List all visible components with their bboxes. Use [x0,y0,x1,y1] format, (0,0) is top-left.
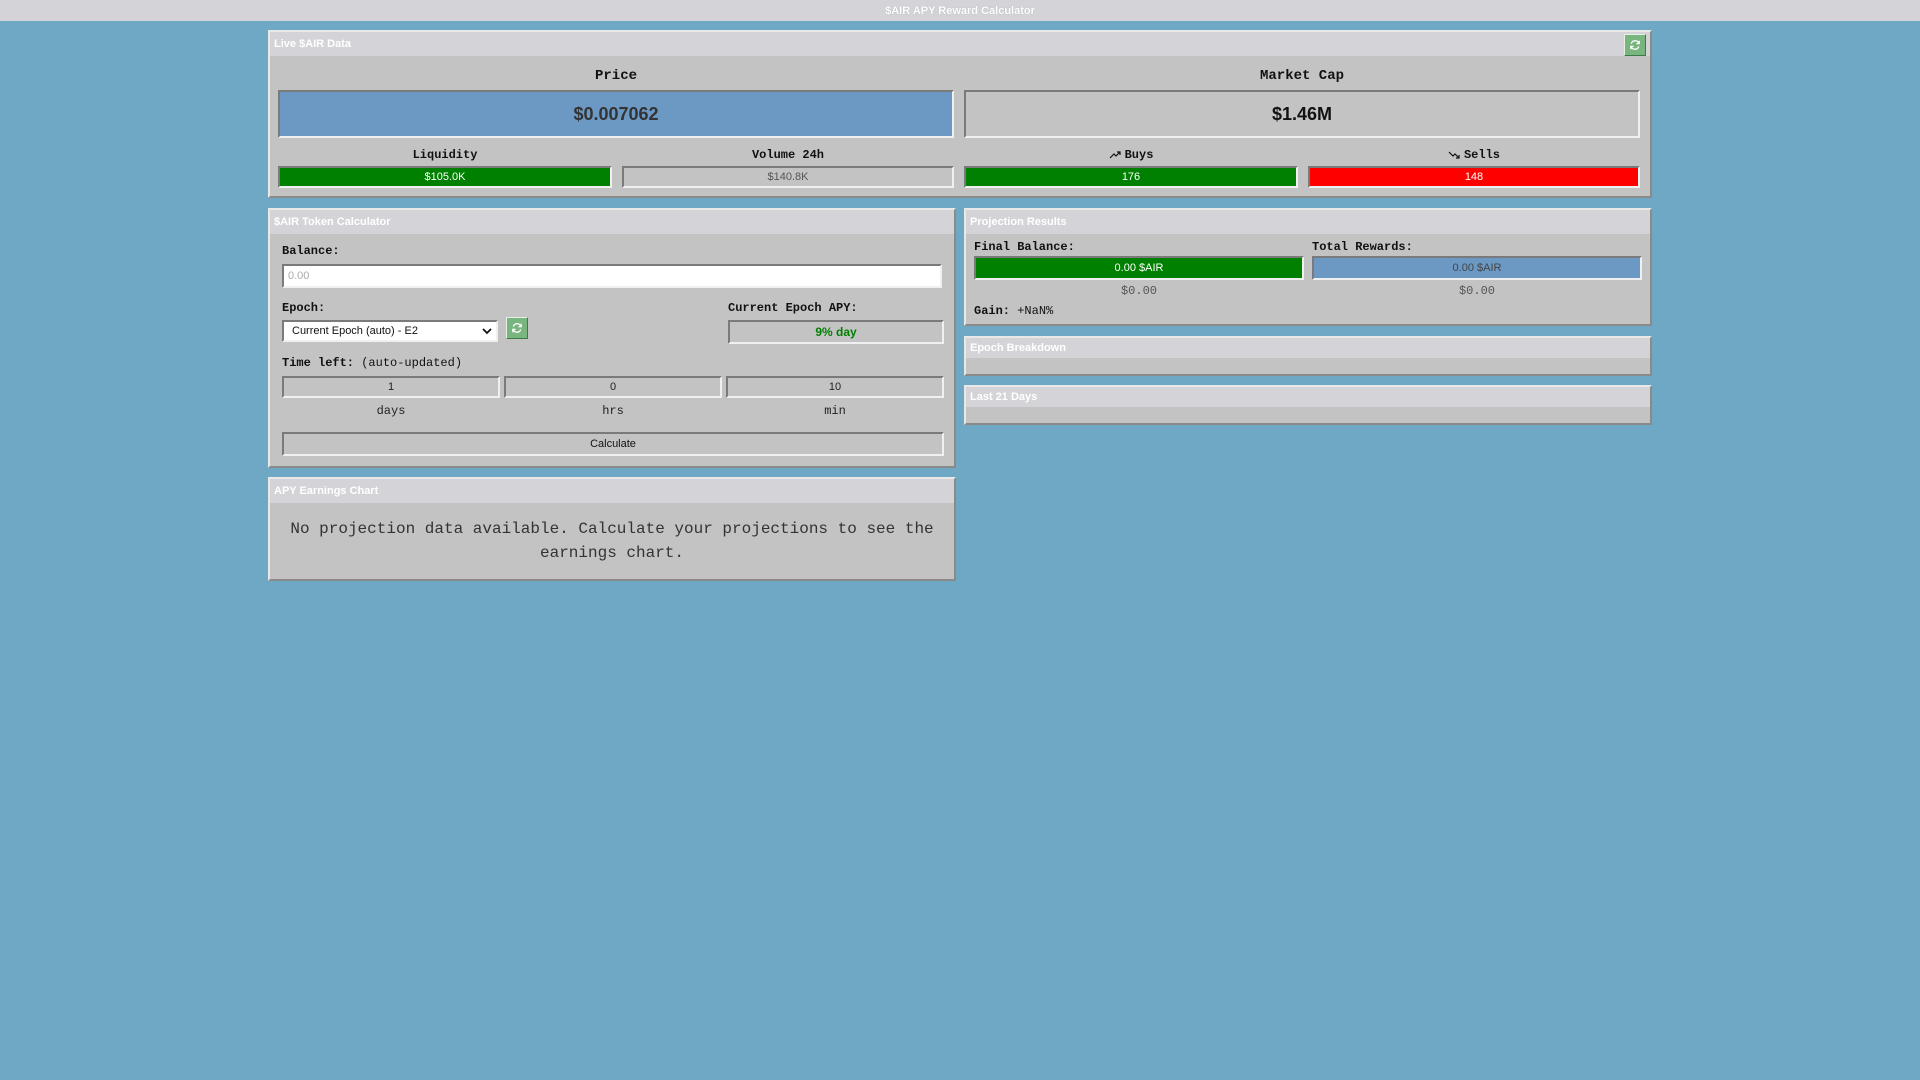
calculator-title: $AIR Token Calculator [274,216,391,228]
epoch-breakdown-header: Epoch Breakdown [966,338,1650,358]
gain-label: Gain: [974,304,1011,318]
live-data-panel: Live $AIR Data Price $0.007062 Market Ca… [268,30,1652,198]
hrs-box[interactable]: 0 [504,376,722,398]
projection-panel: Projection Results Final Balance: 0.00 $… [964,208,1652,326]
trend-up-icon [1109,151,1121,159]
apy-value: 9% day [728,320,944,344]
live-refresh-button[interactable] [1624,34,1646,56]
price-label: Price [594,68,637,84]
earnings-chart-panel: APY Earnings Chart No projection data av… [268,477,956,581]
projection-header: Projection Results [966,210,1650,234]
min-box[interactable]: 10 [726,376,944,398]
epoch-label: Epoch: [282,301,326,315]
trend-down-icon [1448,151,1460,159]
hrs-unit: hrs [602,404,624,418]
marketcap-value: $1.46M [964,90,1640,138]
last-days-header: Last 21 Days [966,387,1650,407]
epoch-refresh-button[interactable] [506,317,528,339]
window-title: $AIR APY Reward Calculator [0,0,1920,21]
last-days-title: Last 21 Days [970,391,1038,403]
earnings-chart-title: APY Earnings Chart [274,485,379,497]
days-box[interactable]: 1 [282,376,500,398]
earnings-chart-header: APY Earnings Chart [270,479,954,503]
total-rewards-label: Total Rewards: [1312,240,1413,254]
projection-title: Projection Results [970,216,1067,228]
final-balance-label: Final Balance: [974,240,1075,254]
balance-label: Balance: [282,244,340,258]
gain-row: Gain: +NaN% [974,304,1053,318]
total-rewards-usd: $0.00 [1458,284,1495,298]
time-left-row: Time left: (auto-updated) [282,356,462,370]
refresh-icon [1630,40,1640,50]
days-unit: days [376,404,406,418]
sells-label-wrap: Sells [1308,148,1640,162]
epoch-breakdown-panel: Epoch Breakdown [964,336,1652,376]
min-unit: min [824,404,846,418]
volume-label: Volume 24h [751,148,824,162]
live-data-header: Live $AIR Data [270,32,1650,56]
refresh-icon [512,323,522,333]
calculate-button[interactable]: Calculate [282,432,944,456]
buys-label-wrap: Buys [964,148,1298,162]
liquidity-label: Liquidity [412,148,478,162]
volume-value: $140.8K [622,166,954,188]
sells-label: Sells [1463,148,1500,162]
epoch-selected-value: Current Epoch (auto) - E2 [292,325,418,337]
calculator-panel: $AIR Token Calculator Balance: Epoch: Cu… [268,208,956,468]
earnings-chart-empty-message: No projection data available. Calculate … [290,520,934,562]
final-balance-value: 0.00 $AIR [974,256,1304,280]
buys-label: Buys [1124,148,1154,162]
epoch-breakdown-title: Epoch Breakdown [970,342,1066,354]
balance-input[interactable] [282,264,942,288]
price-value: $0.007062 [278,90,954,138]
epoch-select[interactable]: Current Epoch (auto) - E2 [282,320,498,342]
total-rewards-value: 0.00 $AIR [1312,256,1642,280]
chevron-down-icon [482,328,492,335]
liquidity-value: $105.0K [278,166,612,188]
buys-value: 176 [964,166,1298,188]
final-balance-usd: $0.00 [1120,284,1157,298]
time-left-label: Time left: [282,356,355,370]
time-left-note: (auto-updated) [361,356,463,370]
last-days-panel: Last 21 Days [964,385,1652,425]
sells-value: 148 [1308,166,1640,188]
calculator-header: $AIR Token Calculator [270,210,954,234]
gain-value: +NaN% [1017,304,1054,318]
live-data-title: Live $AIR Data [274,38,352,50]
apy-label: Current Epoch APY: [728,301,858,315]
marketcap-label: Market Cap [1259,68,1344,84]
